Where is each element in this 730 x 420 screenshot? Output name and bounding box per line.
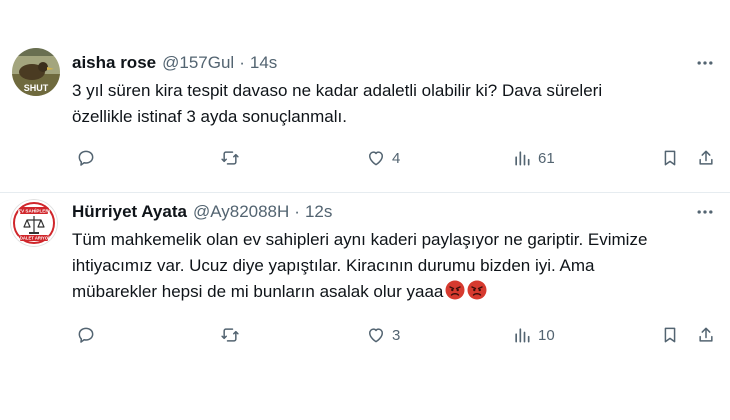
separator: · <box>294 202 300 221</box>
tweet-header: Hürriyet Ayata @Ay82088H · 12s <box>72 201 680 223</box>
tweet-text-line: Tüm mahkemelik olan ev sahipleri aynı ka… <box>72 230 648 249</box>
angry-face-icon <box>467 280 487 300</box>
tweet-text: 3 yıl süren kira tespit davaso ne kadar … <box>72 78 712 130</box>
tweet-text-line-content: mübarekler hepsi de mi bunların asalak o… <box>72 282 444 301</box>
tweet[interactable]: SHUT aisha rose @157Gul · 14s 3 yıl süre… <box>0 0 730 193</box>
heart-icon <box>369 151 383 166</box>
share-icon <box>699 150 713 165</box>
action-bar: 4 61 <box>72 146 722 170</box>
reply-button[interactable] <box>76 323 102 347</box>
tweet-text: Tüm mahkemelik olan ev sahipleri aynı ka… <box>72 227 712 305</box>
display-name[interactable]: Hürriyet Ayata <box>72 202 187 222</box>
analytics-icon <box>515 151 530 166</box>
retweet-icon <box>221 328 239 342</box>
avatar[interactable]: EV SAHİPLERİ ADALET ARIYOR <box>10 199 58 247</box>
more-icon <box>697 210 713 214</box>
reply-icon <box>78 327 94 343</box>
tweet-text-line: özellikle istinaf 3 ayda sonuçlanmalı. <box>72 107 347 126</box>
analytics-icon <box>515 328 530 343</box>
share-button[interactable] <box>696 323 716 347</box>
more-options-button[interactable] <box>694 201 716 223</box>
avatar-label-bottom: ADALET ARIYOR <box>17 236 51 241</box>
avatar-image: EV SAHİPLERİ ADALET ARIYOR <box>10 199 58 247</box>
avatar-image: SHUT <box>12 48 60 96</box>
timestamp[interactable]: 12s <box>305 202 332 222</box>
share-icon <box>699 327 713 342</box>
bookmark-icon <box>664 150 676 166</box>
view-count: 10 <box>538 326 555 344</box>
bookmark-button[interactable] <box>660 323 680 347</box>
like-button[interactable]: 4 <box>366 146 400 170</box>
more-options-button[interactable] <box>694 52 716 74</box>
angry-face-icon <box>445 280 465 300</box>
avatar[interactable]: SHUT <box>12 48 60 96</box>
tweet-text-line: 3 yıl süren kira tespit davaso ne kadar … <box>72 81 603 100</box>
views-button[interactable]: 61 <box>512 146 555 170</box>
avatar-label-top: EV SAHİPLERİ <box>18 208 50 214</box>
tweet-text-line: ihtiyacımız var. Ucuz diye yapıştılar. K… <box>72 256 595 275</box>
more-icon <box>697 61 713 65</box>
bookmark-icon <box>664 327 676 343</box>
timestamp[interactable]: 14s <box>250 53 277 73</box>
share-button[interactable] <box>696 146 716 170</box>
reply-button[interactable] <box>76 146 102 170</box>
username[interactable]: @Ay82088H <box>193 202 289 222</box>
view-count: 61 <box>538 149 555 167</box>
like-button[interactable]: 3 <box>366 323 400 347</box>
views-button[interactable]: 10 <box>512 323 555 347</box>
reply-icon <box>78 150 94 166</box>
action-bar: 3 10 <box>72 323 722 347</box>
username[interactable]: @157Gul <box>162 53 234 73</box>
tweet-text-line: mübarekler hepsi de mi bunların asalak o… <box>72 279 712 305</box>
retweet-button[interactable] <box>220 323 246 347</box>
retweet-button[interactable] <box>220 146 246 170</box>
heart-icon <box>369 328 383 343</box>
tweet-header: aisha rose @157Gul · 14s <box>72 52 680 74</box>
separator: · <box>239 53 245 72</box>
tweet[interactable]: EV SAHİPLERİ ADALET ARIYOR Hürriyet Ayat… <box>0 193 730 420</box>
display-name[interactable]: aisha rose <box>72 53 156 73</box>
retweet-icon <box>221 151 239 165</box>
avatar-label: SHUT <box>24 83 49 93</box>
like-count: 3 <box>392 326 401 344</box>
like-count: 4 <box>392 149 401 167</box>
bookmark-button[interactable] <box>660 146 680 170</box>
